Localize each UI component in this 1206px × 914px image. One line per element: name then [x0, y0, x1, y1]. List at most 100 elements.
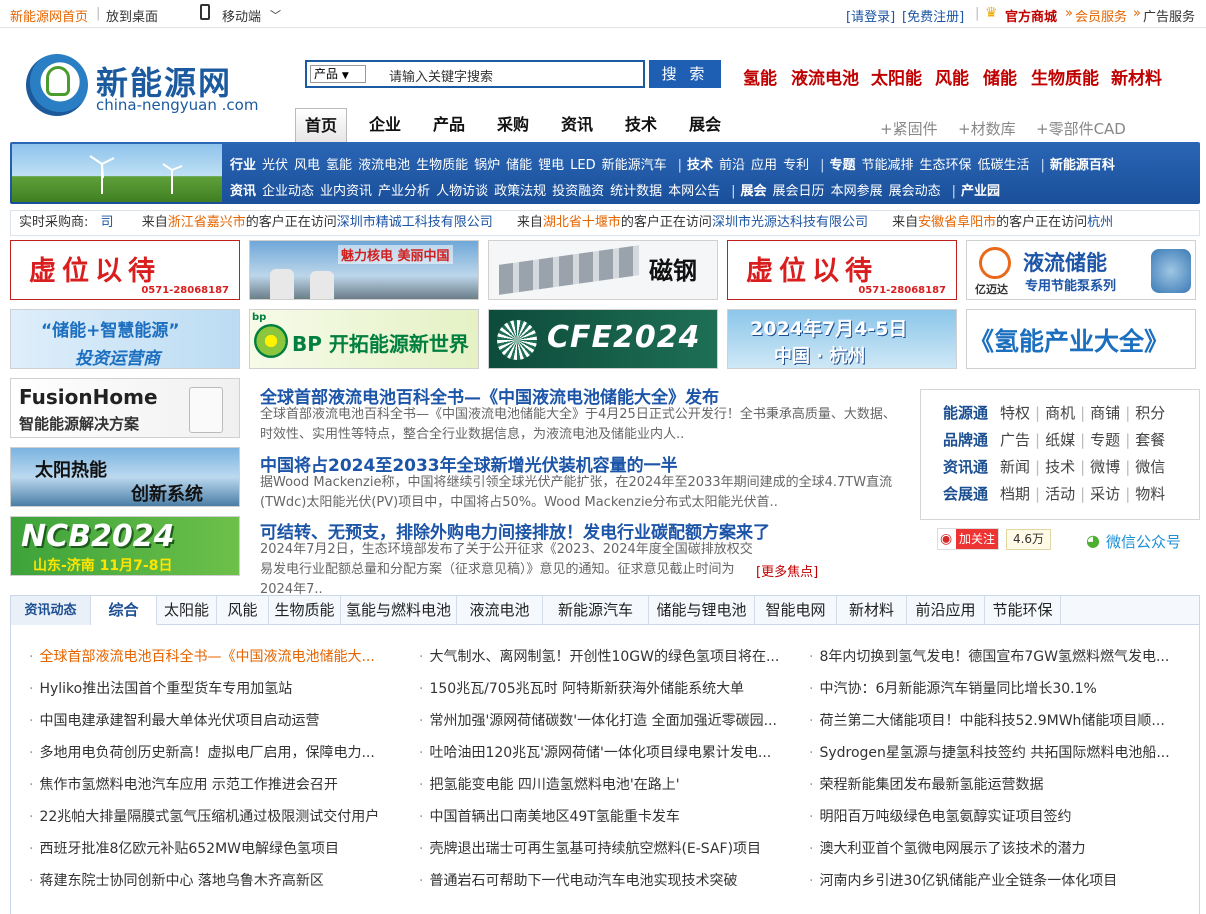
band-link[interactable]: 氢能 — [326, 158, 352, 173]
weibo-follow-button[interactable]: ◉ 加关注 — [937, 528, 999, 550]
band-link[interactable]: 风电 — [294, 158, 320, 173]
hotcat-hydrogen[interactable]: 氢能 — [743, 64, 777, 89]
ticker-item[interactable]: 司 — [101, 215, 114, 230]
service-link[interactable]: 商铺 — [1090, 404, 1120, 422]
news-list-item[interactable]: · 中国首辆出口南美地区49T氢能重卡发车 — [419, 806, 794, 826]
band-link[interactable]: 前沿 — [719, 158, 745, 173]
nav-tab-news[interactable]: 资讯 — [551, 108, 603, 142]
vacant-ad-1[interactable]: 虚位以待 0571-28068187 — [10, 240, 240, 300]
nav-tab-company[interactable]: 企业 — [359, 108, 411, 142]
nav-tab-home[interactable]: 首页 — [295, 108, 347, 142]
band-link[interactable]: 展会动态 — [889, 184, 941, 199]
news-list-item[interactable]: · 22兆帕大排量隔膜式氢气压缩机通过极限测试交付用户 — [29, 806, 404, 826]
news-tab[interactable]: 节能环保 — [985, 596, 1061, 625]
expo-date-ad[interactable]: 2024年7月4-5日 中国 · 杭州 — [727, 309, 957, 369]
ncb-ad[interactable]: NCB2024 山东-济南 11月7-8日 — [10, 516, 240, 576]
news-tab[interactable]: 太阳能 — [157, 596, 217, 625]
hotcat-biomass[interactable]: 生物质能 — [1031, 64, 1099, 89]
service-link[interactable]: 积分 — [1135, 404, 1165, 422]
parts-cad-link[interactable]: +零部件CAD — [1036, 118, 1126, 139]
news-list-item[interactable]: · 蒋建东院士协同创新中心 落地乌鲁木齐高新区 — [29, 870, 404, 890]
news-tab[interactable]: 智能电网 — [755, 596, 837, 625]
band-link[interactable]: 储能 — [506, 158, 532, 173]
news-list-item[interactable]: · 8年内切换到氢气发电！德国宣布7GW氢燃料燃气发电... — [809, 646, 1184, 666]
service-link[interactable]: 微博 — [1090, 458, 1120, 476]
band-link[interactable]: 本网公告 — [668, 184, 720, 199]
solar-thermal-ad[interactable]: 太阳热能 创新系统 — [10, 447, 240, 507]
band-link[interactable]: 应用 — [751, 158, 777, 173]
news-list-item[interactable]: · 壳牌退出瑞士可再生氢基可持续航空燃料(E-SAF)项目 — [419, 838, 794, 858]
news-list-item[interactable]: · 大气制水、离网制氢！开创性10GW的绿色氢项目将在... — [419, 646, 794, 666]
service-link[interactable]: 新闻 — [1000, 458, 1030, 476]
nav-tab-expo[interactable]: 展会 — [679, 108, 731, 142]
news-list-item[interactable]: · 普通岩石可帮助下一代电动汽车电池实现技术突破 — [419, 870, 794, 890]
service-link[interactable]: 档期 — [1000, 485, 1030, 503]
fusionhome-ad[interactable]: FusionHome 智能能源解决方案 — [10, 378, 240, 438]
ticker-company-link[interactable]: 深圳市精诚工科技有限公司 — [337, 215, 493, 230]
hotcat-wind[interactable]: 风能 — [935, 64, 969, 89]
hydrogen-book-ad[interactable]: 《氢能产业大全》 — [966, 309, 1196, 369]
home-link[interactable]: 新能源网首页 — [10, 6, 88, 25]
ticker-company-link[interactable]: 杭州 — [1087, 215, 1113, 230]
band-link[interactable]: 低碳生活 — [978, 158, 1030, 173]
news-list-item[interactable]: · 吐哈油田120兆瓦'源网荷储'一体化项目绿电累计发电... — [419, 742, 794, 762]
ad-service-link[interactable]: 广告服务 — [1143, 6, 1195, 25]
news-list-item[interactable]: · 荣程新能集团发布最新氢能运营数据 — [809, 774, 1184, 794]
service-link[interactable]: 特权 — [1000, 404, 1030, 422]
band-link[interactable]: 投资融资 — [552, 184, 604, 199]
news-list-item[interactable]: · 中汽协：6月新能源汽车销量同比增长30.1% — [809, 678, 1184, 698]
nav-tab-product[interactable]: 产品 — [423, 108, 475, 142]
news-list-item[interactable]: · Sydrogen星氢源与捷氢科技签约 共拓国际燃料电池船... — [809, 742, 1184, 762]
service-link[interactable]: 专题 — [1090, 431, 1120, 449]
news-list-item[interactable]: · 全球首部液流电池百科全书—《中国液流电池储能大... — [29, 646, 404, 666]
band-link[interactable]: 生物质能 — [416, 158, 468, 173]
add-to-desktop-link[interactable]: 放到桌面 — [106, 6, 158, 25]
hotcat-solar[interactable]: 太阳能 — [871, 64, 922, 89]
mobile-link[interactable]: 移动端 — [222, 6, 261, 25]
band-link[interactable]: 本网参展 — [831, 184, 883, 199]
news-tab[interactable]: 综合 — [91, 596, 157, 625]
search-input[interactable]: 请输入关键字搜索 — [389, 66, 493, 85]
band-link[interactable]: 新能源百科 — [1050, 158, 1115, 173]
news-list-item[interactable]: · 常州加强'源网荷储碳数'一体化打造 全面加强近零碳园... — [419, 710, 794, 730]
service-row-title[interactable]: 品牌通 — [943, 431, 988, 449]
nav-tab-purchase[interactable]: 采购 — [487, 108, 539, 142]
band-link[interactable]: 专利 — [783, 158, 809, 173]
news-list-item[interactable]: · 中国电建承建智利最大单体光伏项目启动运营 — [29, 710, 404, 730]
band-link[interactable]: LED — [570, 158, 595, 173]
magnet-ad[interactable]: 磁钢 — [488, 240, 718, 300]
news-tab[interactable]: 新能源汽车 — [543, 596, 649, 625]
nav-tab-tech[interactable]: 技术 — [615, 108, 667, 142]
band-link[interactable]: 资讯 — [230, 184, 256, 199]
news-list-item[interactable]: · 澳大利亚首个氢微电网展示了该技术的潜力 — [809, 838, 1184, 858]
search-category-select[interactable]: 产品 ▼ — [310, 65, 366, 83]
news-list-item[interactable]: · 150兆瓦/705兆瓦时 阿特斯新获海外储能系统大单 — [419, 678, 794, 698]
service-link[interactable]: 广告 — [1000, 431, 1030, 449]
news-list-item[interactable]: · 焦作市氢燃料电池汽车应用 示范工作推进会召开 — [29, 774, 404, 794]
band-link[interactable]: 展会 — [741, 184, 767, 199]
cfe-ad[interactable]: CFE2024 — [488, 309, 718, 369]
service-link[interactable]: 技术 — [1045, 458, 1075, 476]
mall-link[interactable]: 官方商城 — [1005, 6, 1057, 25]
service-link[interactable]: 物料 — [1135, 485, 1165, 503]
band-link[interactable]: 企业动态 — [262, 184, 314, 199]
band-link[interactable]: 政策法规 — [494, 184, 546, 199]
news-tab[interactable]: 储能与锂电池 — [649, 596, 755, 625]
band-link[interactable]: 专题 — [829, 158, 855, 173]
ticker-company-link[interactable]: 深圳市光源达科技有限公司 — [712, 215, 868, 230]
hotcat-new-material[interactable]: 新材料 — [1111, 64, 1162, 89]
more-focus-link[interactable]: [更多焦点] — [756, 561, 818, 580]
band-link[interactable]: 统计数据 — [610, 184, 662, 199]
service-link[interactable]: 套餐 — [1135, 431, 1165, 449]
service-row-title[interactable]: 能源通 — [943, 404, 988, 422]
news-list-item[interactable]: · 西班牙批准8亿欧元补贴652MW电解绿色氢项目 — [29, 838, 404, 858]
band-link[interactable]: 人物访谈 — [436, 184, 488, 199]
news-tab[interactable]: 生物质能 — [269, 596, 341, 625]
news-list-item[interactable]: · 河南内乡引进30亿钒储能产业全链条一体化项目 — [809, 870, 1184, 890]
news-tab[interactable]: 前沿应用 — [907, 596, 985, 625]
band-link[interactable]: 生态环保 — [920, 158, 972, 173]
service-link[interactable]: 采访 — [1090, 485, 1120, 503]
news-list-item[interactable]: · 明阳百万吨级绿色电氢氨醇实证项目签约 — [809, 806, 1184, 826]
band-link[interactable]: 新能源汽车 — [602, 158, 667, 173]
band-link[interactable]: 产业分析 — [378, 184, 430, 199]
